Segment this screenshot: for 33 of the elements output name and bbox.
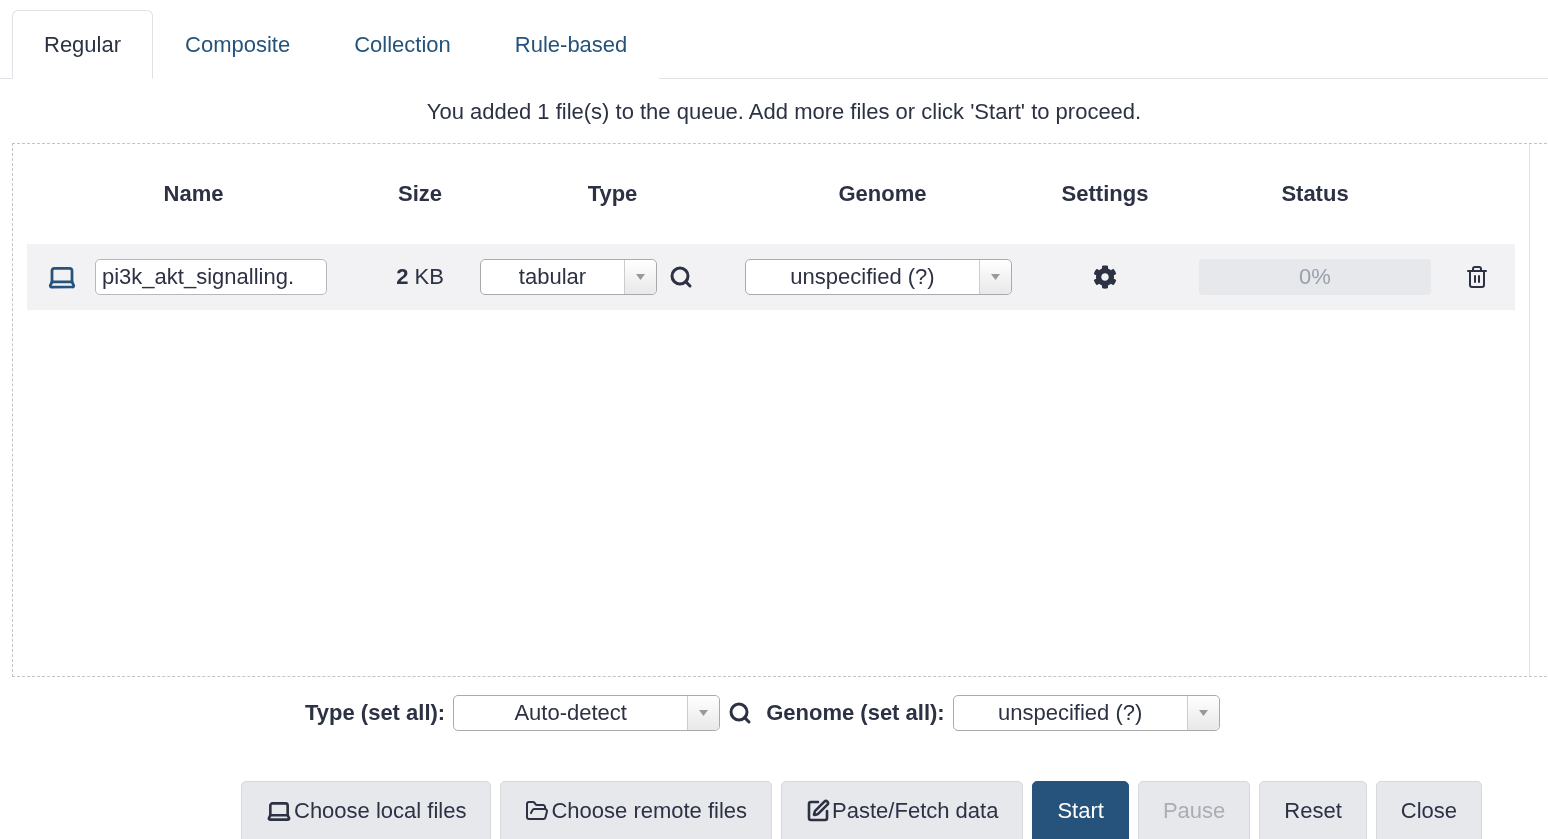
file-size: 2 KB <box>396 264 444 290</box>
caret-icon <box>1198 710 1208 716</box>
caret-icon <box>991 274 1000 280</box>
caret-icon <box>699 710 709 716</box>
progress-reading: 0% <box>1298 263 1332 291</box>
action-button[interactable]: Start <box>1032 781 1129 839</box>
type-select[interactable]: tabular <box>480 259 657 295</box>
edit-icon <box>806 799 831 823</box>
action-button[interactable]: Choose remote files <box>500 781 773 839</box>
search-icon[interactable] <box>728 701 753 725</box>
search-icon[interactable] <box>669 265 693 289</box>
folder-icon <box>525 799 550 823</box>
queue-message: You added 1 file(s) to the queue. Add more files or click 'Start' to proceed. <box>425 99 1143 125</box>
settings-icon[interactable] <box>1093 265 1117 289</box>
action-button[interactable]: Paste/Fetch data <box>781 781 1024 839</box>
genome-select[interactable]: unspecified (?) <box>952 695 1220 731</box>
column-header: Type <box>586 181 639 207</box>
type-select[interactable]: Auto-detect <box>453 695 721 731</box>
action-button[interactable]: Choose local files <box>241 781 492 839</box>
genome-label: Genome (set all): <box>766 700 945 726</box>
name-field[interactable]: pi3k_akt_signalling. <box>95 259 327 295</box>
column-header: Genome <box>837 181 928 207</box>
column-header: Status <box>1280 181 1350 207</box>
genome-select[interactable]: unspecified (?) <box>745 259 1012 295</box>
trash-icon[interactable] <box>1464 265 1489 289</box>
column-header: Name <box>162 181 225 207</box>
action-button[interactable]: Reset <box>1259 781 1367 839</box>
action-button[interactable]: Close <box>1375 781 1482 839</box>
column-header: Size <box>397 181 443 207</box>
column-header: Settings <box>1060 181 1150 207</box>
tab[interactable]: Regular <box>12 10 154 79</box>
type-label: Type (set all): <box>305 700 446 726</box>
caret-icon <box>636 274 645 280</box>
